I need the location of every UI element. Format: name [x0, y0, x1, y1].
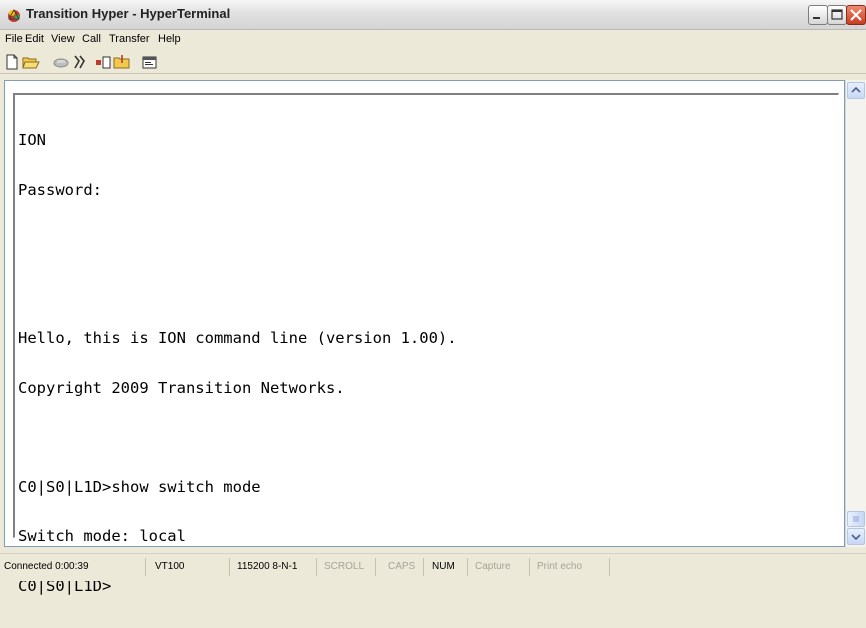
close-icon: [850, 9, 862, 21]
disconnect-phone-icon[interactable]: [52, 53, 70, 71]
terminal-line: Password:: [18, 180, 102, 199]
status-num: NUM: [432, 558, 468, 576]
toolbar: [0, 50, 866, 74]
chevron-up-icon: [851, 86, 861, 93]
terminal-line: C0|S0|L1D>show switch mode: [18, 477, 261, 496]
terminal-screen[interactable]: ION Password: Hello, this is ION command…: [13, 93, 839, 594]
vertical-scrollbar[interactable]: [845, 80, 866, 547]
status-emulation: VT100: [155, 558, 230, 576]
terminal-line: Hello, this is ION command line (version…: [18, 329, 457, 347]
scroll-up-button[interactable]: [847, 82, 865, 99]
grip-icon: [853, 516, 859, 522]
minimize-button[interactable]: [808, 5, 828, 25]
scroll-thumb[interactable]: [847, 511, 865, 527]
status-caps: CAPS: [388, 558, 424, 576]
title-bar[interactable]: Transition Hyper - HyperTerminal: [0, 0, 866, 30]
status-print-echo: Print echo: [537, 558, 610, 576]
menu-file[interactable]: File: [5, 33, 23, 45]
maximize-icon: [831, 9, 843, 20]
scroll-down-button[interactable]: [847, 528, 865, 545]
status-scroll: SCROLL: [324, 558, 376, 576]
menu-view[interactable]: View: [51, 33, 75, 45]
status-port-settings: 115200 8-N-1: [237, 558, 317, 576]
status-connected: Connected 0:00:39: [4, 558, 146, 576]
receive-icon[interactable]: [113, 53, 131, 71]
hyperterminal-app-icon[interactable]: [6, 7, 22, 23]
status-capture: Capture: [475, 558, 530, 576]
menu-transfer[interactable]: Transfer: [109, 33, 150, 45]
send-icon[interactable]: [95, 53, 113, 71]
menu-call[interactable]: Call: [82, 33, 101, 45]
terminal-line: Copyright 2009 Transition Networks.: [18, 378, 345, 397]
dial-icon[interactable]: [70, 53, 88, 71]
minimize-icon: [813, 17, 820, 19]
properties-icon[interactable]: [141, 53, 159, 71]
menu-bar: File Edit View Call Transfer Help: [0, 30, 866, 50]
status-bar: Connected 0:00:39 VT100 115200 8-N-1 SCR…: [0, 553, 866, 581]
hyperterminal-window: Transition Hyper - HyperTerminal File Ed…: [0, 0, 866, 594]
terminal-line: Switch mode: local: [18, 527, 186, 545]
maximize-button[interactable]: [827, 5, 847, 25]
menu-help[interactable]: Help: [158, 33, 181, 45]
terminal-output: ION Password: Hello, this is ION command…: [18, 99, 457, 627]
close-button[interactable]: [846, 5, 866, 25]
chevron-down-icon: [851, 534, 861, 541]
terminal-frame: ION Password: Hello, this is ION command…: [4, 80, 845, 594]
menu-edit[interactable]: Edit: [25, 33, 44, 45]
window-title: Transition Hyper - HyperTerminal: [26, 6, 231, 21]
new-connection-icon[interactable]: [3, 53, 21, 71]
terminal-line: ION: [18, 131, 46, 149]
open-icon[interactable]: [22, 53, 40, 71]
